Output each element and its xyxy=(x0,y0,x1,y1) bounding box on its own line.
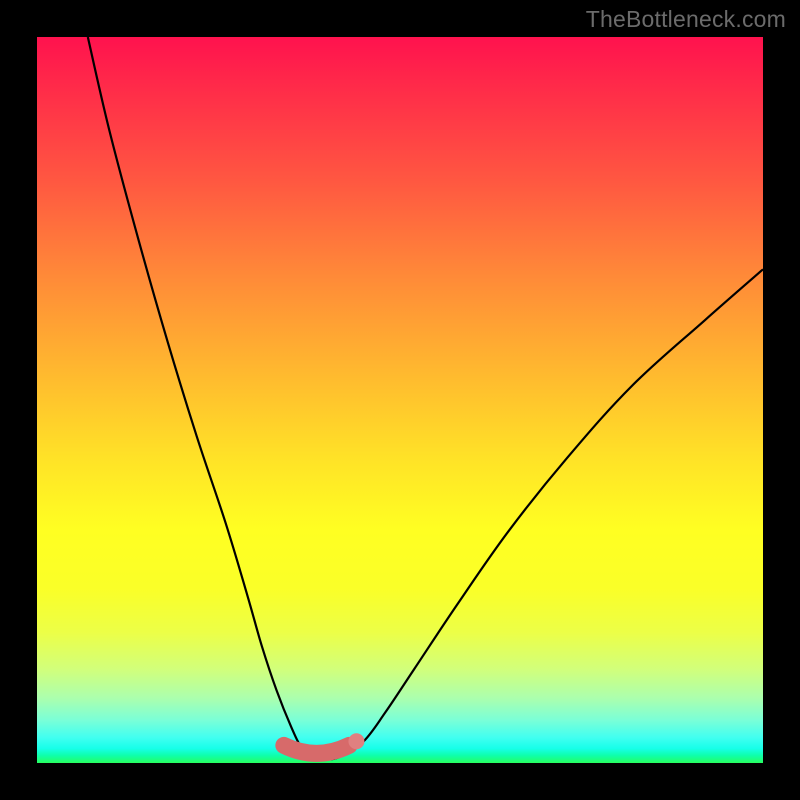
optimal-band xyxy=(284,745,349,753)
bottleneck-curve-svg xyxy=(37,37,763,763)
watermark-text: TheBottleneck.com xyxy=(586,6,786,33)
chart-frame: TheBottleneck.com xyxy=(0,0,800,800)
bottleneck-curve xyxy=(88,37,763,759)
plot-area xyxy=(37,37,763,763)
marker-dot xyxy=(348,733,364,749)
